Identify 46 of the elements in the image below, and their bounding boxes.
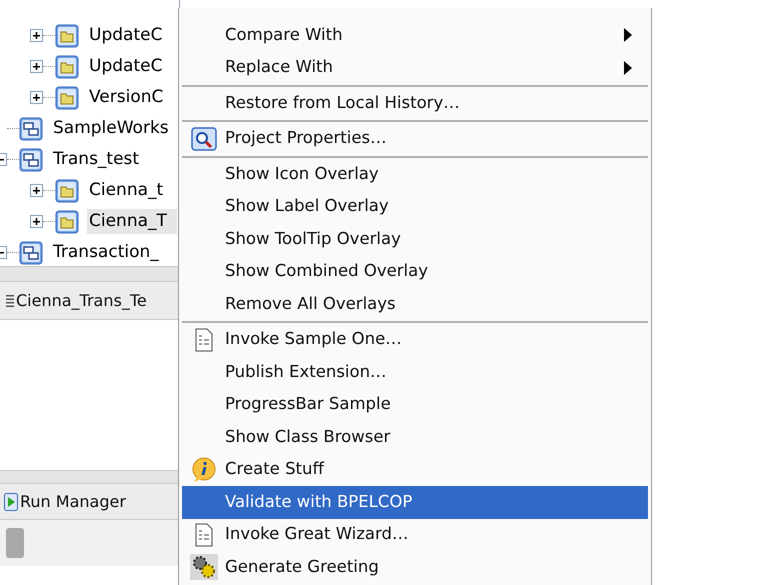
- grip-icon: [6, 292, 14, 308]
- run-icon: [4, 492, 18, 510]
- menu-item[interactable]: Create Stuff: [182, 454, 648, 486]
- tree-item[interactable]: Transaction_: [51, 240, 169, 266]
- folder-icon: [55, 86, 79, 110]
- gears-icon: [190, 554, 218, 580]
- document-icon: [194, 522, 214, 547]
- menu-item[interactable]: Show Label Overlay: [182, 190, 648, 223]
- menu-item[interactable]: Invoke Sample One…: [182, 324, 648, 356]
- tree-item[interactable]: UpdateC: [87, 54, 172, 80]
- project-icon: [19, 116, 43, 140]
- tree-item[interactable]: Trans_test: [51, 146, 150, 172]
- menu-item[interactable]: Show ToolTip Overlay: [182, 223, 648, 256]
- info-icon: [190, 456, 216, 483]
- tree-item[interactable]: UpdateC: [87, 22, 172, 48]
- folder-icon: [55, 24, 79, 48]
- submenu-arrow-icon: [624, 60, 632, 75]
- expand-icon[interactable]: [30, 184, 43, 197]
- menu-item[interactable]: Replace With: [182, 52, 648, 84]
- document-icon: [194, 328, 214, 352]
- project-icon: [19, 148, 43, 172]
- menu-item[interactable]: Show Combined Overlay: [182, 256, 648, 288]
- tree-item[interactable]: VersionC: [87, 84, 174, 110]
- submenu-arrow-icon: [624, 28, 632, 42]
- folder-icon: [55, 178, 79, 202]
- expand-icon[interactable]: [30, 29, 43, 42]
- menu-item[interactable]: ProgressBar Sample: [182, 388, 648, 421]
- folder-icon: [55, 54, 79, 78]
- menu-item[interactable]: Validate with BPELCOP: [182, 486, 648, 518]
- expand-icon[interactable]: [30, 215, 43, 228]
- expand-icon[interactable]: [30, 60, 43, 73]
- menu-item[interactable]: Restore from Local History…: [182, 87, 648, 120]
- tree-item[interactable]: Cienna_t: [87, 178, 174, 204]
- menu-item[interactable]: Compare With: [182, 19, 648, 52]
- menu-item[interactable]: Show Class Browser: [182, 421, 648, 454]
- expand-icon[interactable]: [30, 91, 43, 104]
- menu-item[interactable]: Publish Extension…: [182, 356, 648, 388]
- menu-item[interactable]: Remove All Overlays: [182, 288, 648, 320]
- tree-item[interactable]: SampleWorks: [51, 116, 179, 142]
- magnifier-icon: [190, 126, 216, 151]
- menu-item[interactable]: Show Icon Overlay: [182, 158, 648, 190]
- menu-item[interactable]: Invoke Great Wizard…: [182, 518, 648, 551]
- folder-icon: [55, 210, 79, 234]
- tree-item[interactable]: Cienna_T: [87, 208, 177, 234]
- menu-item[interactable]: Generate Greeting: [182, 551, 648, 584]
- menu-item[interactable]: Project Properties…: [182, 122, 648, 155]
